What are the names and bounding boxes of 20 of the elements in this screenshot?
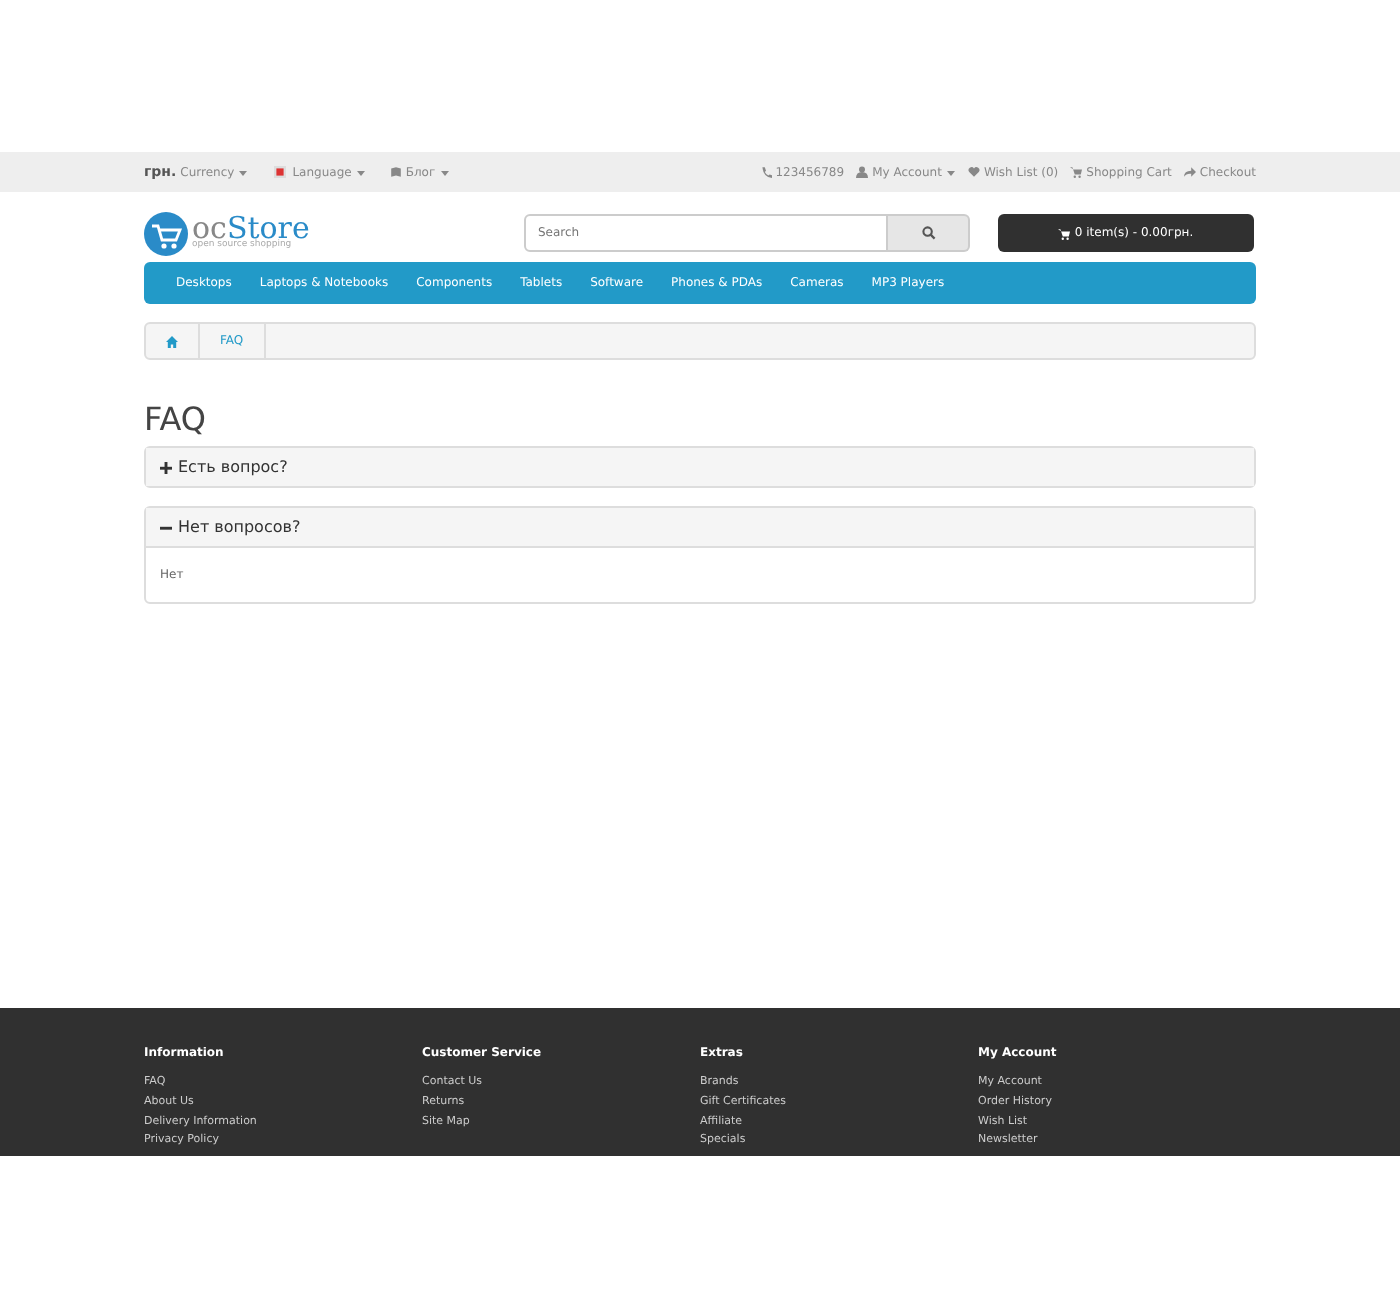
cart-icon	[1058, 227, 1071, 239]
home-icon	[166, 335, 178, 347]
cart-icon	[1070, 166, 1083, 178]
minus-icon	[160, 521, 172, 534]
search-button[interactable]	[888, 214, 970, 252]
faq-question[interactable]: Нет вопросов?	[146, 508, 1254, 547]
flag-icon	[272, 166, 289, 178]
share-icon	[1183, 166, 1196, 178]
faq-question[interactable]: Есть вопрос?	[146, 448, 1254, 487]
caret-icon	[945, 167, 956, 177]
page-heading: FAQ	[144, 400, 208, 439]
caret-icon	[355, 167, 366, 177]
caret-icon	[238, 167, 249, 177]
caret-icon	[439, 167, 450, 177]
user-icon	[856, 166, 869, 178]
search-icon	[921, 226, 935, 240]
phone-icon	[759, 166, 772, 178]
plus-icon	[160, 461, 172, 474]
heart-icon	[967, 166, 980, 178]
book-icon	[389, 166, 402, 178]
